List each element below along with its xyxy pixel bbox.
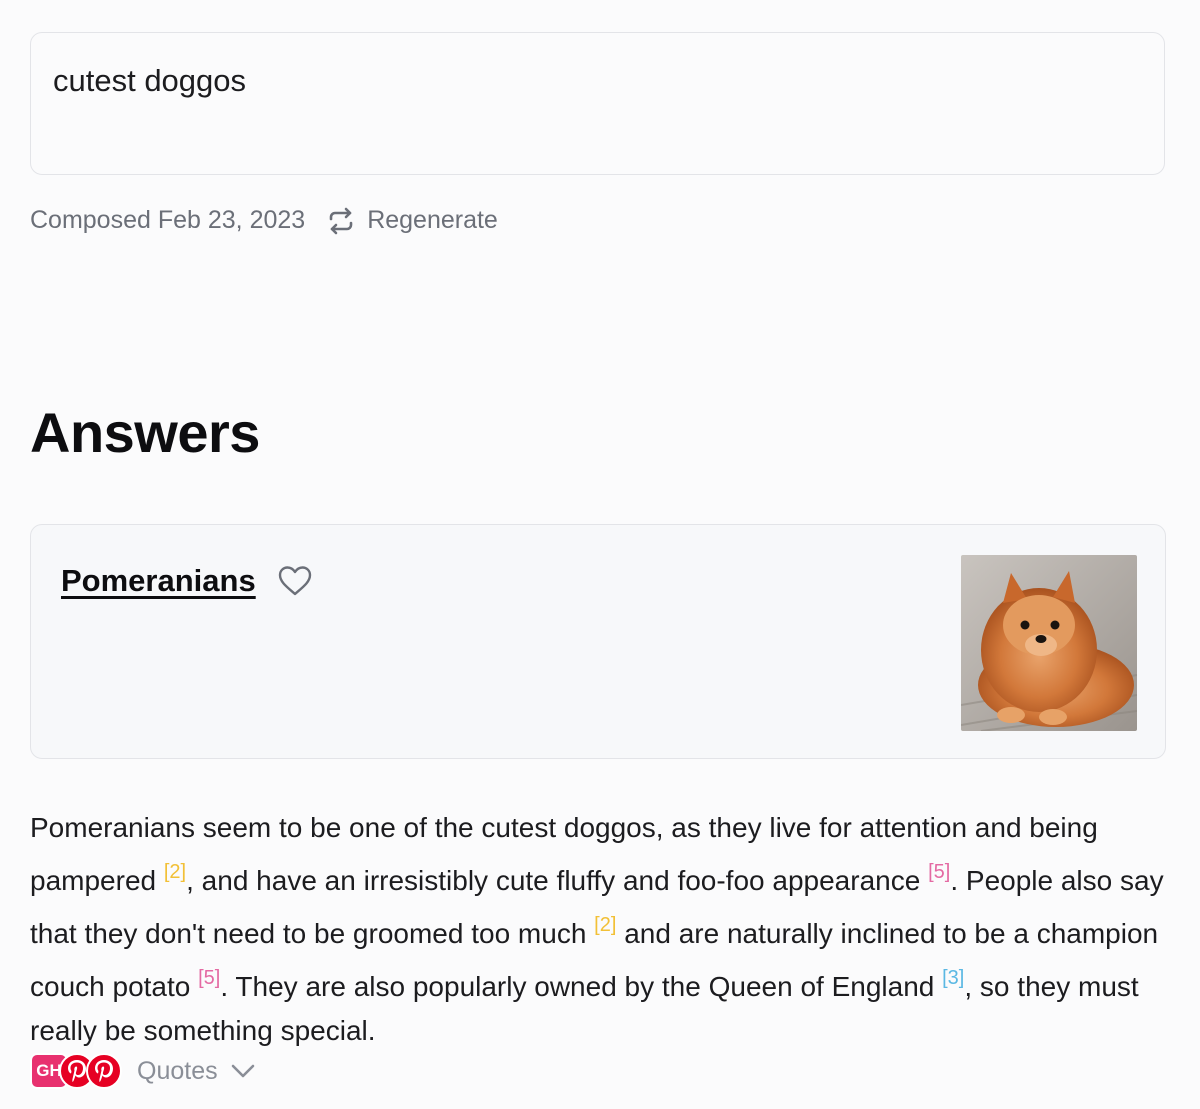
answers-heading: Answers [30,401,260,464]
heart-icon [278,566,312,596]
pomeranian-image [961,555,1137,731]
source-icons: GH [30,1053,122,1089]
citation-link[interactable]: [2] [594,914,616,936]
query-text: cutest doggos [53,63,247,98]
favorite-button[interactable] [277,565,313,602]
answer-text: Pomeranians seem to be one of the cutest… [30,806,1170,1053]
answer-card: Pomeranians [30,524,1166,759]
query-box[interactable]: cutest doggos [30,32,1165,175]
composed-date: Composed Feb 23, 2023 [30,206,306,234]
card-title-link[interactable]: Pomeranians [61,563,264,599]
answer-sentence: . They are also popularly owned by the Q… [220,971,943,1002]
quotes-toggle[interactable]: Quotes [137,1057,256,1086]
regenerate-button[interactable]: Regenerate [327,206,498,235]
quotes-label: Quotes [137,1056,218,1085]
answer-footer: GH Quotes [30,1053,256,1089]
citation-link[interactable]: [5] [928,861,950,883]
regenerate-icon [329,207,353,234]
citation-link[interactable]: [2] [164,861,186,883]
chevron-down-icon [231,1064,254,1078]
citation-link[interactable]: [5] [198,967,220,989]
meta-row: Composed Feb 23, 2023 Regenerate [30,206,498,235]
citation-link[interactable]: [3] [942,967,964,989]
answer-sentence: , and have an irresistibly cute fluffy a… [186,865,929,896]
pinterest-icon[interactable] [86,1053,122,1089]
regenerate-label: Regenerate [367,206,498,234]
